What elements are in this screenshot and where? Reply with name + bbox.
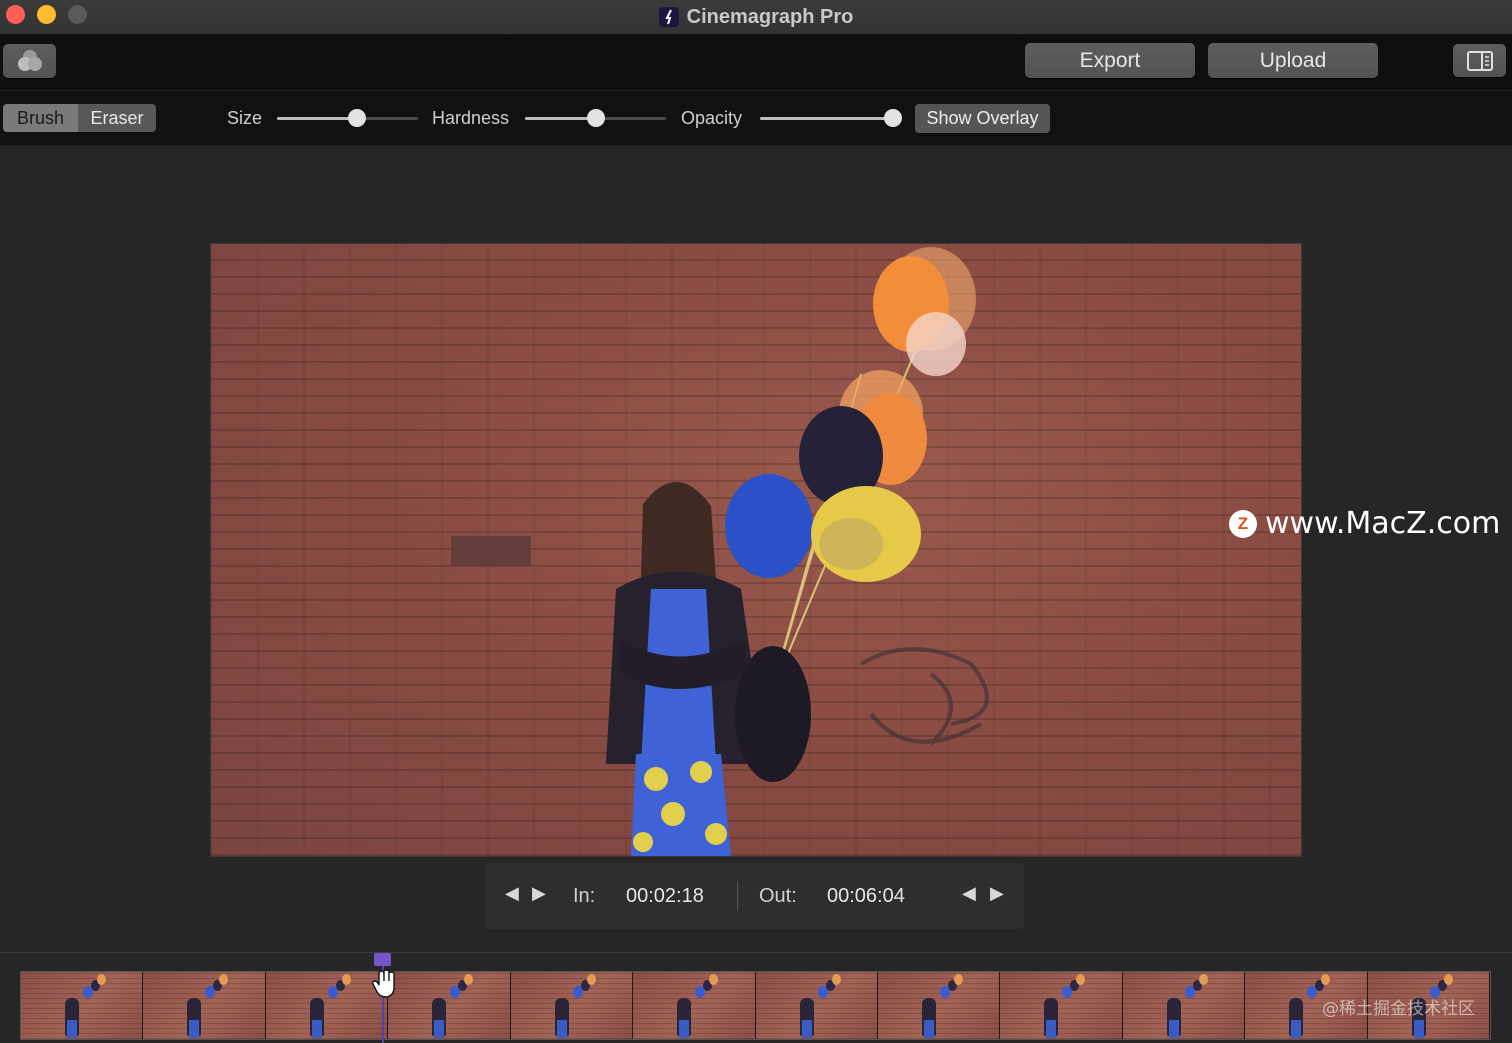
frame-thumbnail-shape <box>831 974 841 985</box>
frame-thumbnail-shape <box>709 974 719 985</box>
frame-thumbnail-shape <box>219 974 229 985</box>
size-label: Size <box>227 108 263 128</box>
sidebar-toggle-icon <box>1466 50 1493 71</box>
frame-thumbnail-shape <box>1198 974 1208 985</box>
timeline-frame[interactable] <box>633 972 756 1039</box>
timeline-divider <box>0 952 1512 953</box>
frame-thumbnail-shape <box>1076 974 1086 985</box>
timeline-frame[interactable] <box>510 972 634 1039</box>
in-out-divider <box>737 881 738 911</box>
frame-thumbnail-shape <box>801 1020 812 1038</box>
frame-thumbnail-shape <box>1291 1020 1302 1038</box>
upload-button[interactable]: Upload <box>1208 43 1378 78</box>
in-out-controls: ◀ ▶ In: 00:02:18 Out: 00:06:04 ◀ ▶ <box>485 863 1024 929</box>
opacity-label: Opacity <box>681 108 743 128</box>
timeline-frame[interactable] <box>265 972 389 1039</box>
frame-thumbnail-shape <box>586 974 596 985</box>
hardness-slider-knob[interactable] <box>586 109 605 127</box>
watermark: Z www.MacZ.com <box>1229 506 1500 541</box>
frame-thumbnail-shape <box>1443 974 1453 985</box>
video-preview-canvas[interactable] <box>210 243 1302 857</box>
size-slider-fill <box>277 117 358 120</box>
export-button[interactable]: Export <box>1025 43 1195 78</box>
frame-thumbnail-shape <box>1046 1020 1057 1038</box>
frame-thumbnail-shape <box>923 1020 934 1038</box>
timeline-frame[interactable] <box>877 972 1001 1039</box>
window-title: Cinemagraph Pro <box>686 5 854 28</box>
frame-thumbnail-shape <box>679 1020 690 1038</box>
timeline-frame[interactable] <box>755 972 878 1039</box>
size-slider-knob[interactable] <box>348 109 367 127</box>
eraser-mode-button[interactable]: Eraser <box>78 104 156 132</box>
layers-icon <box>17 50 42 71</box>
frame-thumbnail-shape <box>1168 1020 1179 1038</box>
playhead-handle[interactable] <box>374 953 391 966</box>
out-label: Out: <box>759 885 797 907</box>
timeline-frame[interactable] <box>143 972 266 1039</box>
in-label: In: <box>573 885 596 907</box>
in-step-back-icon[interactable]: ◀ <box>505 883 519 904</box>
main-toolbar: Export Upload <box>0 35 1512 91</box>
size-slider[interactable] <box>277 109 418 127</box>
footer-watermark: @稀土掘金技术社区 <box>1322 999 1475 1019</box>
opacity-slider-knob[interactable] <box>883 109 902 127</box>
title-bar: Cinemagraph Pro <box>0 0 1512 35</box>
frame-thumbnail-shape <box>953 974 963 985</box>
timeline-frame[interactable] <box>388 972 511 1039</box>
frame-thumbnail-shape <box>67 1020 77 1038</box>
app-icon <box>658 7 679 27</box>
frame-thumbnail-shape <box>1321 974 1331 985</box>
timeline-frame[interactable] <box>21 972 144 1039</box>
frame-thumbnail-shape <box>464 974 474 985</box>
sidebar-toggle-button[interactable] <box>1453 44 1506 77</box>
frame-thumbnail-shape <box>189 1020 200 1038</box>
out-step-back-icon[interactable]: ◀ <box>962 883 976 904</box>
hand-cursor-icon <box>371 969 399 1004</box>
timeline-frame[interactable] <box>1122 972 1246 1039</box>
preview-scene <box>451 247 989 856</box>
timeline-strip[interactable] <box>20 971 1491 1040</box>
frame-thumbnail-shape <box>97 974 106 985</box>
frame-thumbnail-shape <box>434 1020 445 1038</box>
watermark-text: www.MacZ.com <box>1265 506 1501 541</box>
opacity-slider-fill <box>760 117 893 120</box>
out-time[interactable]: 00:06:04 <box>827 885 905 908</box>
hardness-label: Hardness <box>432 108 510 128</box>
brush-mode-segmented-control: Brush Eraser <box>3 104 156 132</box>
show-overlay-button[interactable]: Show Overlay <box>915 104 1050 133</box>
out-step-forward-icon[interactable]: ▶ <box>990 883 1004 904</box>
hardness-slider[interactable] <box>525 109 666 127</box>
frame-thumbnail-shape <box>311 1020 322 1038</box>
brush-options-bar: Brush Eraser Size Hardness Opacity Show … <box>0 91 1512 146</box>
in-time[interactable]: 00:02:18 <box>626 885 704 908</box>
frame-thumbnail-shape <box>341 974 351 985</box>
brush-mode-button[interactable]: Brush <box>3 104 78 132</box>
watermark-logo-icon: Z <box>1229 509 1257 538</box>
layers-button[interactable] <box>3 44 56 78</box>
frame-thumbnail-shape <box>556 1020 567 1038</box>
opacity-slider[interactable] <box>760 109 902 127</box>
frame-thumbnail-shape <box>1413 1020 1424 1038</box>
in-step-forward-icon[interactable]: ▶ <box>532 883 546 904</box>
hardness-slider-fill <box>525 117 596 120</box>
timeline-frame[interactable] <box>1000 972 1123 1039</box>
